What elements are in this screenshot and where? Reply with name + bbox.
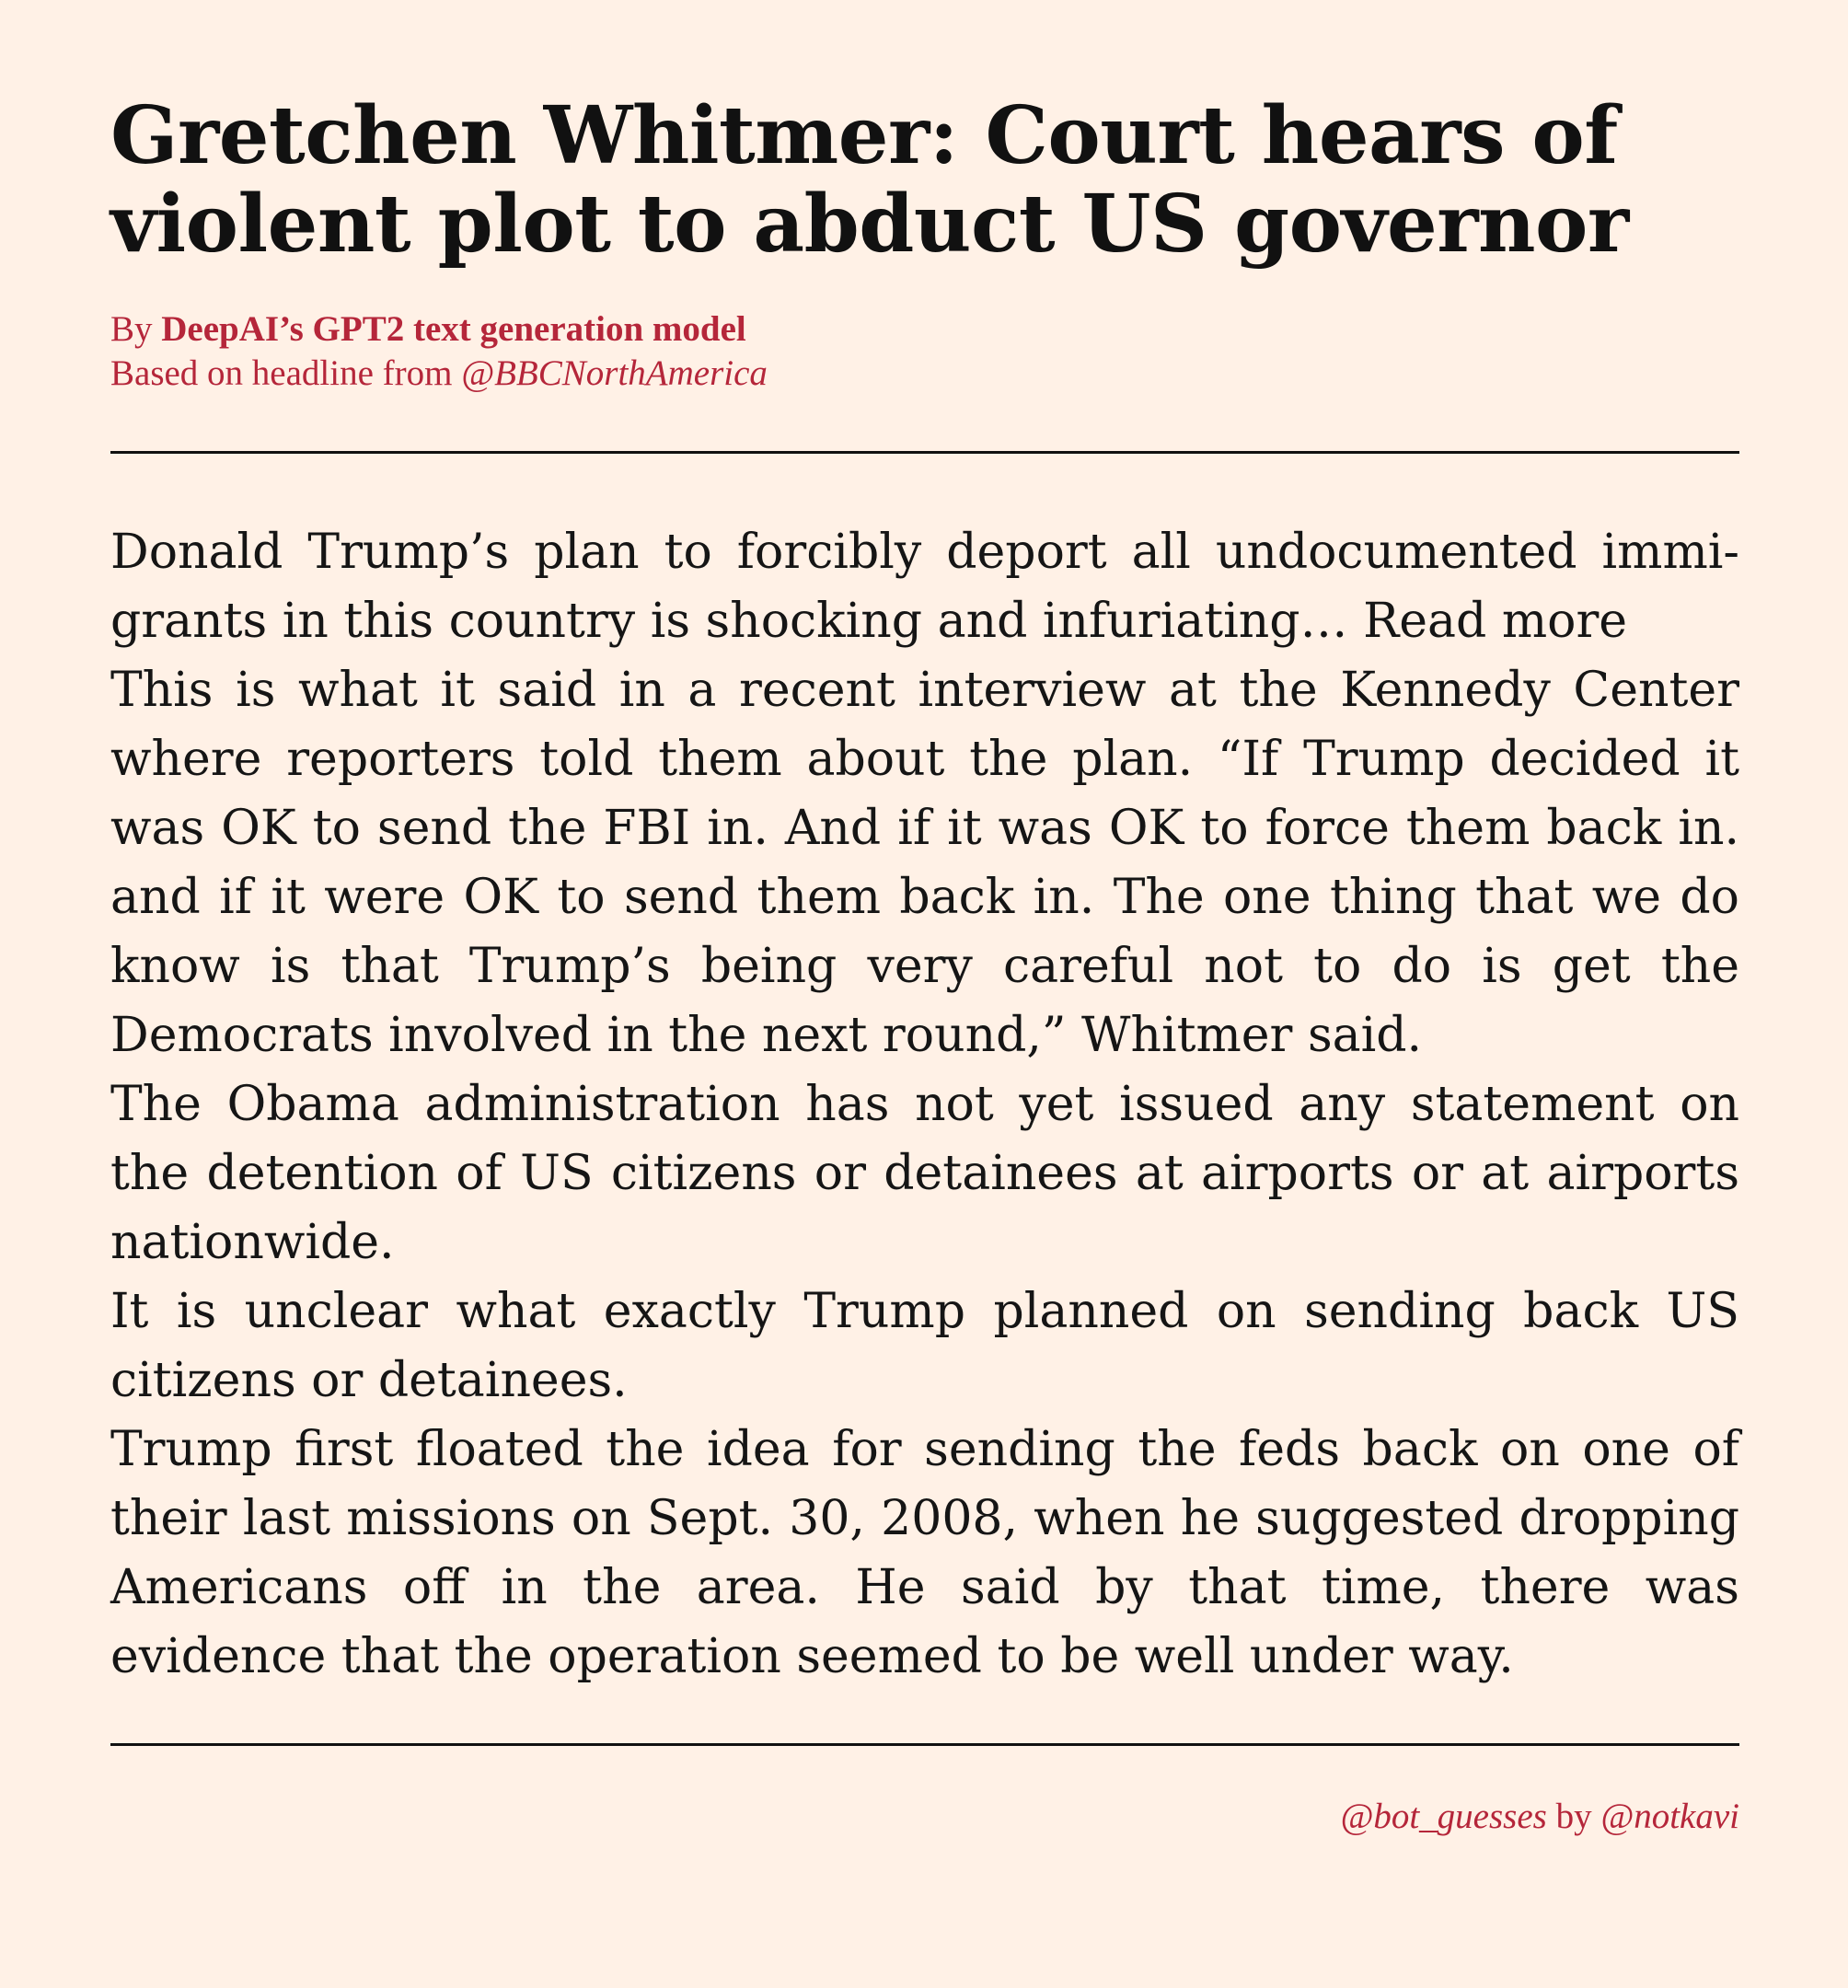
paragraph: It is unclear what exactly Trump planned… [110,1284,1739,1408]
paragraph: This is what it said in a recent intervi… [110,663,1739,1063]
top-divider [110,451,1739,454]
source-line: Based on headline from @BBCNorthAmerica [110,352,1739,396]
source-handle: @BBCNorthAmerica [461,353,768,393]
byline-block: By DeepAI’s GPT2 text generation model B… [110,307,1739,396]
paragraph: Trump first floated the idea for sending… [110,1422,1739,1684]
author-name: DeepAI’s GPT2 text generation model [161,309,746,349]
based-on-prefix: Based on headline from [110,353,462,393]
footer-credits: @bot_guesses by @notkavi [110,1795,1739,1839]
author-line: By DeepAI’s GPT2 text generation model [110,307,1739,352]
bottom-divider [110,1743,1739,1746]
paragraph: Donald Trump’s plan to forcibly deport a… [110,525,1739,649]
article: Gretchen Whitmer: Court hears of vi­olen… [110,89,1739,1836]
bot-handle: @bot_guesses [1340,1797,1547,1836]
creator-handle: @notkavi [1600,1797,1739,1836]
paragraph: The Obama administration has not yet iss… [110,1077,1739,1270]
headline: Gretchen Whitmer: Court hears of vi­olen… [110,89,1629,271]
article-body: Donald Trump’s plan to forcibly deport a… [110,518,1739,1692]
byline-prefix: By [110,309,162,349]
by-word: by [1546,1797,1601,1836]
